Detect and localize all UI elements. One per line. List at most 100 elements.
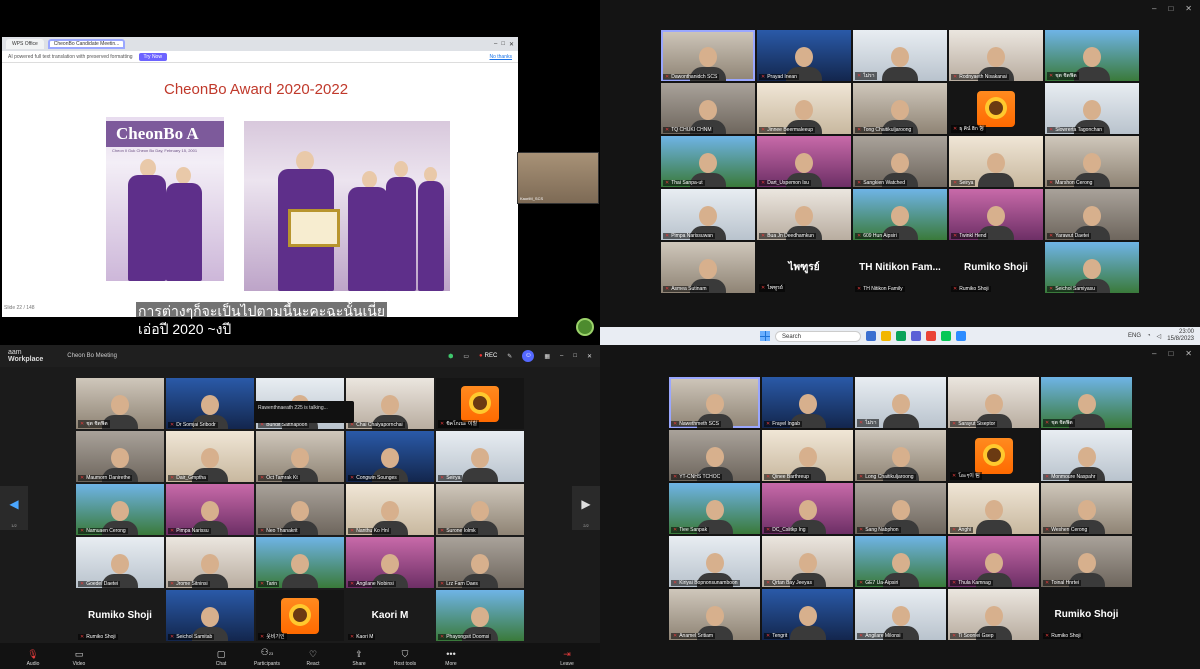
participant-tile[interactable]: ✕ Twinkl Hend: [949, 189, 1043, 240]
captions-icon[interactable]: ▭: [463, 353, 469, 360]
participant-tile[interactable]: ✕ Kiriyai Bopnonsunamboon: [669, 536, 760, 587]
participant-tile[interactable]: ✕ TQ CHUKI CHNM: [661, 83, 755, 134]
participant-tile[interactable]: ✕ Marshon Cerong: [1045, 136, 1139, 187]
system-clock[interactable]: 23:00 15/8/2023: [1167, 329, 1194, 343]
participant-tile[interactable]: ✕ Thai Sanpa-ut: [661, 136, 755, 187]
chrome-icon[interactable]: [926, 331, 936, 341]
participant-tile[interactable]: ✕ Asmea Sutinam: [661, 242, 755, 293]
participant-tile[interactable]: ✕ Sang Nabphon: [855, 483, 946, 534]
file-explorer-icon[interactable]: [881, 331, 891, 341]
zoom-icon[interactable]: [956, 331, 966, 341]
minimize-icon[interactable]: –: [494, 41, 497, 47]
participant-tile[interactable]: ✕ Dawonthanidch SCS: [661, 30, 755, 81]
participant-tile[interactable]: ✕ Nawethmeth SCS: [669, 377, 760, 428]
participant-tile[interactable]: ✕ Congwin Sounges: [346, 431, 434, 482]
participant-tile[interactable]: ✕ Maumorn Danirethe: [76, 431, 164, 482]
participant-tile[interactable]: ✕ Pimpa Narissuwan: [661, 189, 755, 240]
language-indicator[interactable]: ENG: [1128, 333, 1141, 339]
minimize-icon[interactable]: –: [1152, 4, 1156, 13]
video-button[interactable]: ▭ Video: [56, 649, 102, 667]
participant-tile[interactable]: ✕ Phayongsit Doomsi: [436, 590, 524, 641]
try-now-button[interactable]: Try Now: [138, 52, 167, 61]
participant-tile[interactable]: ✕ Seirya: [949, 136, 1043, 187]
participant-tile[interactable]: ✕ โอะๆ이 팀: [948, 430, 1039, 481]
audio-button[interactable]: 🎙 Audio: [10, 649, 56, 667]
participant-tile[interactable]: Rumiko Shoji ✕ Rumiko Shoji: [949, 242, 1043, 293]
participant-tile[interactable]: TH Nitikon Fam... ✕ TH Nitikon Family: [853, 242, 947, 293]
participant-tile[interactable]: ✕ Monmoure Naspahr: [1041, 430, 1132, 481]
participant-tile[interactable]: ✕ ขิคโกเนะ 이힐: [436, 378, 524, 429]
participant-tile[interactable]: ✕ Seichol Samiyasu: [1045, 242, 1139, 293]
close-icon[interactable]: ✕: [509, 41, 514, 48]
participant-tile[interactable]: ✕ Thula Kamnag: [948, 536, 1039, 587]
participant-tile[interactable]: ✕ Rodnyaeth Nisakanai: [949, 30, 1043, 81]
chat-button[interactable]: ▢ Chat: [198, 649, 244, 667]
minimize-icon[interactable]: –: [1152, 349, 1156, 358]
participant-tile[interactable]: ✕ DC_Cslitkp Ing: [762, 483, 853, 534]
participant-tile[interactable]: ✕ Pimpa Narissu: [166, 484, 254, 535]
wifi-icon[interactable]: ◔: [1147, 333, 1151, 339]
reactions-icon[interactable]: ☺: [522, 350, 535, 362]
participant-tile[interactable]: ✕ Oct Tamrak Kt: [256, 431, 344, 482]
participant-tile[interactable]: ✕ ชุต ชิตฟิต: [1041, 377, 1132, 428]
participant-tile[interactable]: ✕ ไม่รา: [855, 377, 946, 428]
more-button[interactable]: ••• More: [428, 649, 474, 667]
participant-tile[interactable]: Rumiko Shoji ✕ Rumiko Shoji: [76, 590, 164, 641]
line-app-icon[interactable]: [941, 331, 951, 341]
participant-tile[interactable]: ✕ Chai Chaiyapornchai: [346, 378, 434, 429]
participant-tile[interactable]: ✕ ชุต ชิตฟิต: [1045, 30, 1139, 81]
participant-tile[interactable]: ✕ 웃비기인: [256, 590, 344, 641]
participant-tile[interactable]: ✕ Qinee Barthreup: [762, 430, 853, 481]
participant-tile[interactable]: ✕ Anghi: [948, 483, 1039, 534]
maximize-icon[interactable]: □: [501, 41, 505, 47]
participant-tile[interactable]: ✕ Prayad Inean: [757, 30, 851, 81]
recording-indicator[interactable]: REC: [479, 353, 498, 359]
participant-tile[interactable]: ✕ Tarin: [256, 537, 344, 588]
participant-tile[interactable]: ✕ Lrz Farn Daes: [436, 537, 524, 588]
participant-tile[interactable]: ✕ GE7 Ua-Aipsiri: [855, 536, 946, 587]
speaker-icon[interactable]: ◁: [1157, 333, 1162, 340]
participant-tile[interactable]: ✕ Goedel Daetei: [76, 537, 164, 588]
grid-view-icon[interactable]: ▦: [544, 353, 550, 360]
participant-tile[interactable]: ✕ Dr Somjai Sribodr: [166, 378, 254, 429]
participant-tile[interactable]: ✕ Yarawut Daetei: [1045, 189, 1139, 240]
security-shield-icon[interactable]: ⬢: [448, 353, 453, 360]
participant-tile[interactable]: ✕ Sarayut Siseptor: [948, 377, 1039, 428]
participant-tile[interactable]: ✕ Angilane Nobinsi: [346, 537, 434, 588]
participant-tile[interactable]: Rumiko Shoji ✕ Rumiko Shoji: [1041, 589, 1132, 640]
participant-tile[interactable]: ✕ Jinnee Beermaleeup: [757, 83, 851, 134]
participant-tile[interactable]: ไพฑูรย์ ✕ ไพฑูรย์: [757, 242, 851, 293]
close-icon[interactable]: ✕: [1185, 349, 1192, 358]
participant-tile[interactable]: ✕ Tong Chaitikuljaroong: [853, 83, 947, 134]
participant-tile[interactable]: ✕ Seichol Samitab: [166, 590, 254, 641]
participant-tile[interactable]: ✕ Surone Iolmk: [436, 484, 524, 535]
participant-tile[interactable]: ✕ Namuaen Cerong: [76, 484, 164, 535]
share-button[interactable]: ⇪ Share: [336, 649, 382, 667]
browser-tab-wps[interactable]: WPS Office: [6, 39, 44, 49]
participant-tile[interactable]: ✕ YT-CNHS TCHOC: [669, 430, 760, 481]
pencil-icon[interactable]: ✎: [507, 353, 512, 360]
participant-tile[interactable]: ✕ Tiee Sanpak: [669, 483, 760, 534]
participant-tile[interactable]: ✕ Frayel Ingab: [762, 377, 853, 428]
participant-tile[interactable]: ✕ Toinal Hnrtei: [1041, 536, 1132, 587]
participant-tile[interactable]: Kaori M ✕ Kaori M: [346, 590, 434, 641]
participant-tile[interactable]: ✕ Neo Thanakrit: [256, 484, 344, 535]
participant-tile[interactable]: ✕ Angilare Milonsi: [855, 589, 946, 640]
host-tools-button[interactable]: ⛉ Host tools: [382, 649, 428, 667]
participant-tile[interactable]: ✕ Long Chaitikuljaroong: [855, 430, 946, 481]
participant-tile[interactable]: ✕ Seirya: [436, 431, 524, 482]
presenter-video-thumbnail[interactable]: KaoriM_SCS: [517, 152, 599, 204]
minimize-icon[interactable]: –: [560, 353, 563, 359]
participant-tile[interactable]: ✕ Sangkien Watched: [853, 136, 947, 187]
participant-tile[interactable]: ✕ Ti Soonlei Gsep: [948, 589, 1039, 640]
task-view-icon[interactable]: [866, 331, 876, 341]
participant-tile[interactable]: ✕ Bua Jn Deedhamkun: [757, 189, 851, 240]
previous-page-button[interactable]: ◀ 1/2: [0, 486, 28, 530]
participant-tile[interactable]: ✕ Qrtan Bay Jeeyas: [762, 536, 853, 587]
participant-tile[interactable]: ✕ Jrome Sitninsi: [166, 537, 254, 588]
edge-browser-icon[interactable]: [896, 331, 906, 341]
participant-tile[interactable]: ✕ Dart_Uspemon Isu: [757, 136, 851, 187]
participant-tile[interactable]: ✕ Nanthu Ko Hnl: [346, 484, 434, 535]
participants-button[interactable]: ⚇23 Participants: [244, 647, 290, 667]
leave-button[interactable]: ⇥ Leave: [544, 649, 590, 667]
